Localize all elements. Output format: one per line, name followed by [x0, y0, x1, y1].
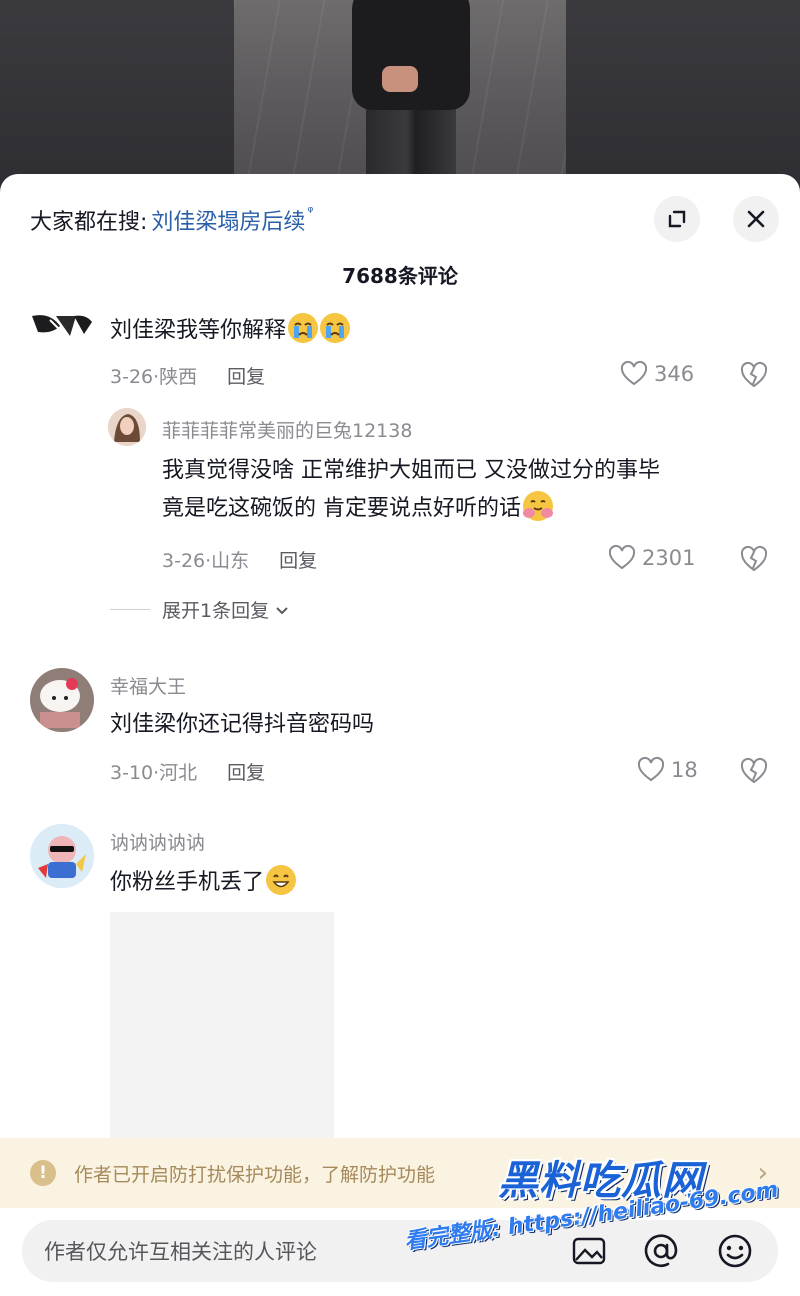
- info-icon: !: [30, 1160, 56, 1186]
- comment-text-body: 刘佳梁我等你解释: [110, 318, 287, 343]
- reply-username[interactable]: 菲菲菲菲常美丽的巨兔12138: [162, 416, 412, 443]
- comment-username[interactable]: 讷讷讷讷讷: [110, 828, 205, 855]
- comment-input-area: 作者仅允许互相关注的人评论: [0, 1208, 800, 1296]
- comment-text-body: 你粉丝手机丢了: [110, 870, 265, 895]
- crying-face-icon: [288, 313, 319, 343]
- emoji-icon[interactable]: [716, 1232, 754, 1270]
- avatar[interactable]: [30, 824, 94, 888]
- comment-date-location: 3-10·河北: [110, 762, 198, 784]
- avatar-image-icon: [32, 315, 92, 336]
- comment-image[interactable]: [110, 912, 334, 1152]
- expand-button[interactable]: [654, 196, 700, 242]
- hugging-face-icon: [523, 491, 553, 521]
- comment-text: 刘佳梁你还记得抖音密码吗: [110, 712, 375, 737]
- like-count: 18: [671, 758, 698, 782]
- search-suggestion-prefix: 大家都在搜:: [30, 210, 148, 235]
- comment-text: 你粉丝手机丢了: [110, 864, 297, 902]
- expand-replies-button[interactable]: 展开1条回复: [110, 596, 291, 623]
- avatar-image-icon: [30, 824, 94, 888]
- like-count: 2301: [642, 546, 696, 570]
- expand-divider: [110, 609, 150, 610]
- reply-button[interactable]: 回复: [227, 362, 265, 389]
- avatar-image-icon: [108, 408, 146, 446]
- reply-button[interactable]: 回复: [279, 546, 317, 573]
- like-button[interactable]: 2301: [608, 544, 695, 572]
- search-icon: ᵠ: [307, 204, 314, 220]
- comment-meta: 3-10·河北 回复: [110, 758, 265, 785]
- person-coat: [352, 0, 470, 110]
- reply-text-line: 我真觉得没啥 正常维护大姐而已 又没做过分的事毕: [162, 458, 660, 483]
- image-picker-icon[interactable]: [570, 1232, 608, 1270]
- comment-count: 7688条评论: [342, 264, 458, 288]
- broken-heart-icon[interactable]: [739, 756, 769, 786]
- heart-icon: [637, 756, 665, 782]
- avatar[interactable]: [30, 668, 94, 732]
- video-background[interactable]: [0, 0, 800, 200]
- avatar[interactable]: [30, 312, 94, 342]
- close-button[interactable]: [733, 196, 779, 242]
- chevron-down-icon: [276, 606, 288, 614]
- avatar-image-icon: [30, 668, 94, 732]
- like-count: 346: [654, 362, 695, 386]
- close-icon: [747, 210, 765, 228]
- reply-button[interactable]: 回复: [227, 758, 265, 785]
- reply-date-location: 3-26·山东: [162, 550, 250, 572]
- comment-text: 刘佳梁我等你解释: [110, 312, 351, 350]
- like-button[interactable]: 18: [637, 756, 698, 784]
- chevron-right-icon: ›: [757, 1158, 768, 1188]
- like-button[interactable]: 346: [620, 360, 694, 388]
- heart-icon: [620, 360, 648, 386]
- video-frame: [234, 0, 566, 200]
- expand-replies-label: 展开1条回复: [162, 600, 270, 622]
- notice-text: 作者已开启防打扰保护功能，了解防护功能: [74, 1163, 436, 1186]
- avatar[interactable]: [108, 408, 146, 446]
- crying-face-icon: [320, 313, 351, 343]
- search-suggestion-term[interactable]: 刘佳梁塌房后续: [151, 204, 305, 236]
- reply-text: 我真觉得没啥 正常维护大姐而已 又没做过分的事毕 竟是吃这碗饭的 肯定要说点好听…: [162, 452, 660, 528]
- comment-input-placeholder: 作者仅允许互相关注的人评论: [44, 1240, 317, 1264]
- comment-username[interactable]: 幸福大王: [110, 672, 186, 699]
- broken-heart-icon[interactable]: [739, 544, 769, 574]
- notice-bar[interactable]: ! 作者已开启防打扰保护功能，了解防护功能 ›: [0, 1138, 800, 1208]
- mention-icon[interactable]: [642, 1232, 680, 1270]
- heart-icon: [608, 544, 636, 570]
- grinning-face-icon: [266, 865, 297, 895]
- comment-date-location: 3-26·陕西: [110, 366, 198, 388]
- comment-meta: 3-26·陕西 回复: [110, 362, 265, 389]
- search-suggestion[interactable]: 大家都在搜: 刘佳梁塌房后续 ᵠ: [30, 202, 313, 238]
- reply-meta: 3-26·山东 回复: [162, 546, 317, 573]
- broken-heart-icon[interactable]: [739, 360, 769, 390]
- person-hands: [382, 66, 418, 92]
- expand-icon: [668, 210, 686, 228]
- comments-sheet: 大家都在搜: 刘佳梁塌房后续 ᵠ 7688条评论 刘佳梁我等你解释 3-26·陕…: [0, 174, 800, 1296]
- reply-text-line: 竟是吃这碗饭的 肯定要说点好听的话: [162, 496, 521, 521]
